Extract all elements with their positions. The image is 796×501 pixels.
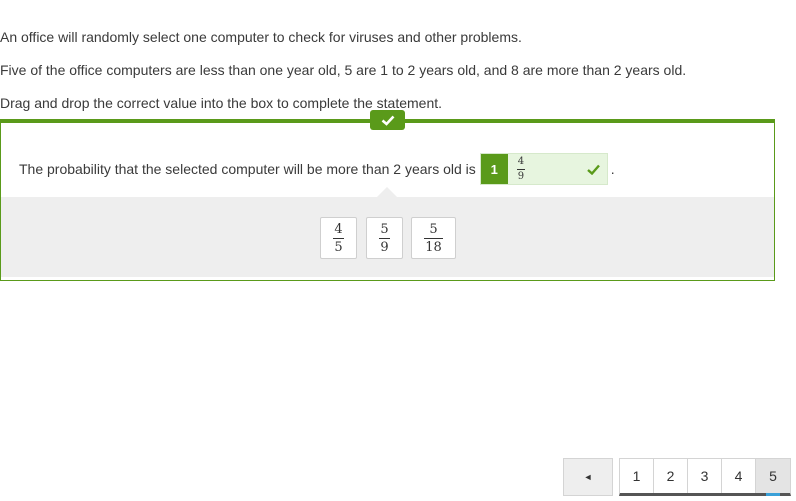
answer-tile[interactable]: 5 9 [366, 217, 403, 259]
question-paragraph-3: Drag and drop the correct value into the… [0, 95, 443, 111]
page-button-5[interactable]: 5 [756, 459, 790, 496]
dropzone-index: 1 [480, 154, 508, 184]
page-button-2[interactable]: 2 [654, 459, 688, 493]
answer-dropzone[interactable]: 1 4 9 [479, 153, 608, 185]
tile-fraction: 4 5 [333, 221, 344, 255]
fraction-bar [424, 237, 443, 239]
question-paragraph-1: An office will randomly select one compu… [0, 29, 522, 45]
fraction-bar [333, 237, 344, 239]
fraction-bar [379, 237, 390, 239]
checkmark-icon [581, 154, 607, 184]
pagination: 1 2 3 4 5 [619, 458, 791, 496]
fraction-numerator: 5 [429, 221, 438, 237]
dropzone-value[interactable]: 4 9 [508, 154, 581, 184]
previous-page-button[interactable]: ◄ [563, 458, 613, 496]
tile-fraction: 5 9 [379, 221, 390, 255]
checkmark-icon [370, 110, 405, 130]
page-button-1[interactable]: 1 [620, 459, 654, 493]
fraction-denominator: 18 [425, 239, 442, 255]
question-paragraph-2: Five of the office computers are less th… [0, 62, 687, 78]
fraction-denominator: 9 [380, 239, 389, 255]
fraction-numerator: 4 [334, 221, 343, 237]
answer-panel: The probability that the selected comput… [0, 119, 775, 281]
statement-text: The probability that the selected comput… [19, 161, 476, 177]
tile-fraction: 5 18 [424, 223, 443, 254]
dropzone-fraction: 4 9 [516, 155, 526, 182]
fraction-denominator: 5 [334, 239, 343, 255]
page-button-3[interactable]: 3 [688, 459, 722, 493]
page-button-4[interactable]: 4 [722, 459, 756, 493]
question-page: An office will randomly select one compu… [0, 0, 796, 501]
fraction-numerator: 5 [380, 221, 389, 237]
fraction-numerator: 4 [517, 155, 525, 167]
answer-tray: 4 5 5 9 5 18 [1, 187, 774, 277]
answer-tile[interactable]: 5 18 [411, 217, 456, 259]
fraction-denominator: 9 [517, 170, 525, 182]
statement-period: . [610, 161, 615, 177]
statement-row: The probability that the selected comput… [19, 153, 615, 185]
fraction-bar [516, 168, 526, 170]
answer-tile[interactable]: 4 5 [320, 217, 357, 259]
tray-notch [377, 187, 397, 197]
